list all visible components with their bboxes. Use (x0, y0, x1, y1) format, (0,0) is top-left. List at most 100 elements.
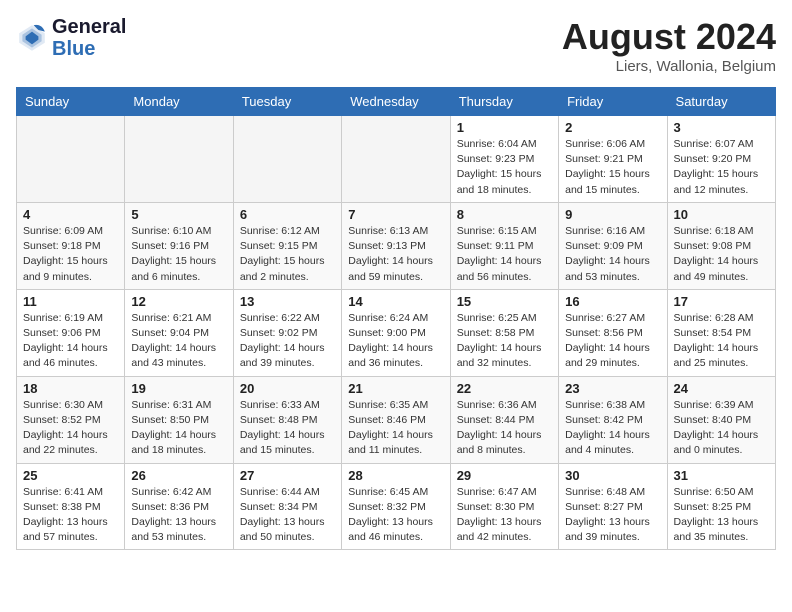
col-header-wednesday: Wednesday (342, 88, 450, 116)
day-number: 8 (457, 207, 552, 222)
calendar-cell: 31 Sunrise: 6:50 AMSunset: 8:25 PMDayligh… (667, 463, 775, 550)
day-info: Sunrise: 6:45 AMSunset: 8:32 PMDaylight:… (348, 485, 443, 546)
day-info: Sunrise: 6:44 AMSunset: 8:34 PMDaylight:… (240, 485, 335, 546)
logo: General Blue (16, 16, 126, 60)
day-number: 3 (674, 120, 769, 135)
day-info: Sunrise: 6:42 AMSunset: 8:36 PMDaylight:… (131, 485, 226, 546)
day-number: 10 (674, 207, 769, 222)
day-number: 22 (457, 381, 552, 396)
day-number: 1 (457, 120, 552, 135)
col-header-monday: Monday (125, 88, 233, 116)
calendar-cell: 30 Sunrise: 6:48 AMSunset: 8:27 PMDayligh… (559, 463, 667, 550)
day-number: 13 (240, 294, 335, 309)
day-info: Sunrise: 6:28 AMSunset: 8:54 PMDaylight:… (674, 311, 769, 372)
calendar-cell (342, 116, 450, 203)
day-number: 14 (348, 294, 443, 309)
day-number: 30 (565, 468, 660, 483)
day-number: 28 (348, 468, 443, 483)
day-info: Sunrise: 6:18 AMSunset: 9:08 PMDaylight:… (674, 224, 769, 285)
col-header-sunday: Sunday (17, 88, 125, 116)
day-number: 24 (674, 381, 769, 396)
month-title: August 2024 (562, 16, 776, 58)
calendar-cell: 22 Sunrise: 6:36 AMSunset: 8:44 PMDayligh… (450, 376, 558, 463)
day-info: Sunrise: 6:21 AMSunset: 9:04 PMDaylight:… (131, 311, 226, 372)
day-number: 29 (457, 468, 552, 483)
col-header-friday: Friday (559, 88, 667, 116)
calendar-cell: 8Sunrise: 6:15 AMSunset: 9:11 PMDaylight… (450, 202, 558, 289)
calendar-cell: 24 Sunrise: 6:39 AMSunset: 8:40 PMDayligh… (667, 376, 775, 463)
calendar-table: SundayMondayTuesdayWednesdayThursdayFrid… (16, 87, 776, 550)
day-info: Sunrise: 6:31 AMSunset: 8:50 PMDaylight:… (131, 398, 226, 459)
calendar-cell: 23 Sunrise: 6:38 AMSunset: 8:42 PMDayligh… (559, 376, 667, 463)
day-number: 4 (23, 207, 118, 222)
day-info: Sunrise: 6:12 AMSunset: 9:15 PMDaylight:… (240, 224, 335, 285)
day-number: 11 (23, 294, 118, 309)
calendar-cell: 3 Sunrise: 6:07 AMSunset: 9:20 PMDaylight… (667, 116, 775, 203)
day-number: 26 (131, 468, 226, 483)
calendar-week-2: 4 Sunrise: 6:09 AMSunset: 9:18 PMDaylight… (17, 202, 776, 289)
day-info: Sunrise: 6:10 AMSunset: 9:16 PMDaylight:… (131, 224, 226, 285)
calendar-cell: 16Sunrise: 6:27 AMSunset: 8:56 PMDayligh… (559, 289, 667, 376)
calendar-week-4: 18 Sunrise: 6:30 AMSunset: 8:52 PMDayligh… (17, 376, 776, 463)
calendar-cell: 25Sunrise: 6:41 AMSunset: 8:38 PMDayligh… (17, 463, 125, 550)
day-info: Sunrise: 6:25 AMSunset: 8:58 PMDaylight:… (457, 311, 552, 372)
col-header-tuesday: Tuesday (233, 88, 341, 116)
calendar-cell: 6 Sunrise: 6:12 AMSunset: 9:15 PMDaylight… (233, 202, 341, 289)
calendar-cell: 7Sunrise: 6:13 AMSunset: 9:13 PMDaylight… (342, 202, 450, 289)
calendar-cell: 11 Sunrise: 6:19 AMSunset: 9:06 PMDayligh… (17, 289, 125, 376)
calendar-week-5: 25Sunrise: 6:41 AMSunset: 8:38 PMDayligh… (17, 463, 776, 550)
calendar-cell: 15 Sunrise: 6:25 AMSunset: 8:58 PMDayligh… (450, 289, 558, 376)
day-info: Sunrise: 6:19 AMSunset: 9:06 PMDaylight:… (23, 311, 118, 372)
day-number: 31 (674, 468, 769, 483)
day-number: 15 (457, 294, 552, 309)
logo-general: General (52, 16, 126, 38)
day-number: 23 (565, 381, 660, 396)
calendar-cell: 27 Sunrise: 6:44 AMSunset: 8:34 PMDayligh… (233, 463, 341, 550)
day-info: Sunrise: 6:16 AMSunset: 9:09 PMDaylight:… (565, 224, 660, 285)
calendar-cell (125, 116, 233, 203)
calendar-cell (17, 116, 125, 203)
calendar-cell: 28 Sunrise: 6:45 AMSunset: 8:32 PMDayligh… (342, 463, 450, 550)
day-info: Sunrise: 6:27 AMSunset: 8:56 PMDaylight:… (565, 311, 660, 372)
day-number: 7 (348, 207, 443, 222)
location: Liers, Wallonia, Belgium (562, 58, 776, 75)
calendar-cell: 10 Sunrise: 6:18 AMSunset: 9:08 PMDayligh… (667, 202, 775, 289)
calendar-cell: 13Sunrise: 6:22 AMSunset: 9:02 PMDayligh… (233, 289, 341, 376)
day-info: Sunrise: 6:50 AMSunset: 8:25 PMDaylight:… (674, 485, 769, 546)
day-number: 20 (240, 381, 335, 396)
day-info: Sunrise: 6:35 AMSunset: 8:46 PMDaylight:… (348, 398, 443, 459)
day-number: 12 (131, 294, 226, 309)
day-info: Sunrise: 6:38 AMSunset: 8:42 PMDaylight:… (565, 398, 660, 459)
calendar-cell: 12 Sunrise: 6:21 AMSunset: 9:04 PMDayligh… (125, 289, 233, 376)
day-number: 18 (23, 381, 118, 396)
day-info: Sunrise: 6:36 AMSunset: 8:44 PMDaylight:… (457, 398, 552, 459)
calendar-cell: 19 Sunrise: 6:31 AMSunset: 8:50 PMDayligh… (125, 376, 233, 463)
day-info: Sunrise: 6:47 AMSunset: 8:30 PMDaylight:… (457, 485, 552, 546)
calendar-week-1: 1 Sunrise: 6:04 AMSunset: 9:23 PMDaylight… (17, 116, 776, 203)
logo-blue: Blue (52, 38, 126, 60)
day-number: 9 (565, 207, 660, 222)
day-number: 19 (131, 381, 226, 396)
day-number: 17 (674, 294, 769, 309)
day-info: Sunrise: 6:48 AMSunset: 8:27 PMDaylight:… (565, 485, 660, 546)
day-number: 6 (240, 207, 335, 222)
calendar-week-3: 11 Sunrise: 6:19 AMSunset: 9:06 PMDayligh… (17, 289, 776, 376)
calendar-cell (233, 116, 341, 203)
day-info: Sunrise: 6:09 AMSunset: 9:18 PMDaylight:… (23, 224, 118, 285)
calendar-cell: 14 Sunrise: 6:24 AMSunset: 9:00 PMDayligh… (342, 289, 450, 376)
calendar-cell: 5 Sunrise: 6:10 AMSunset: 9:16 PMDaylight… (125, 202, 233, 289)
day-info: Sunrise: 6:07 AMSunset: 9:20 PMDaylight:… (674, 137, 769, 198)
logo-icon (16, 22, 48, 54)
day-number: 5 (131, 207, 226, 222)
day-info: Sunrise: 6:30 AMSunset: 8:52 PMDaylight:… (23, 398, 118, 459)
day-number: 27 (240, 468, 335, 483)
day-info: Sunrise: 6:33 AMSunset: 8:48 PMDaylight:… (240, 398, 335, 459)
col-header-saturday: Saturday (667, 88, 775, 116)
day-info: Sunrise: 6:24 AMSunset: 9:00 PMDaylight:… (348, 311, 443, 372)
calendar-cell: 21Sunrise: 6:35 AMSunset: 8:46 PMDayligh… (342, 376, 450, 463)
calendar-header-row: SundayMondayTuesdayWednesdayThursdayFrid… (17, 88, 776, 116)
day-info: Sunrise: 6:04 AMSunset: 9:23 PMDaylight:… (457, 137, 552, 198)
day-number: 25 (23, 468, 118, 483)
calendar-cell: 9 Sunrise: 6:16 AMSunset: 9:09 PMDaylight… (559, 202, 667, 289)
day-info: Sunrise: 6:39 AMSunset: 8:40 PMDaylight:… (674, 398, 769, 459)
